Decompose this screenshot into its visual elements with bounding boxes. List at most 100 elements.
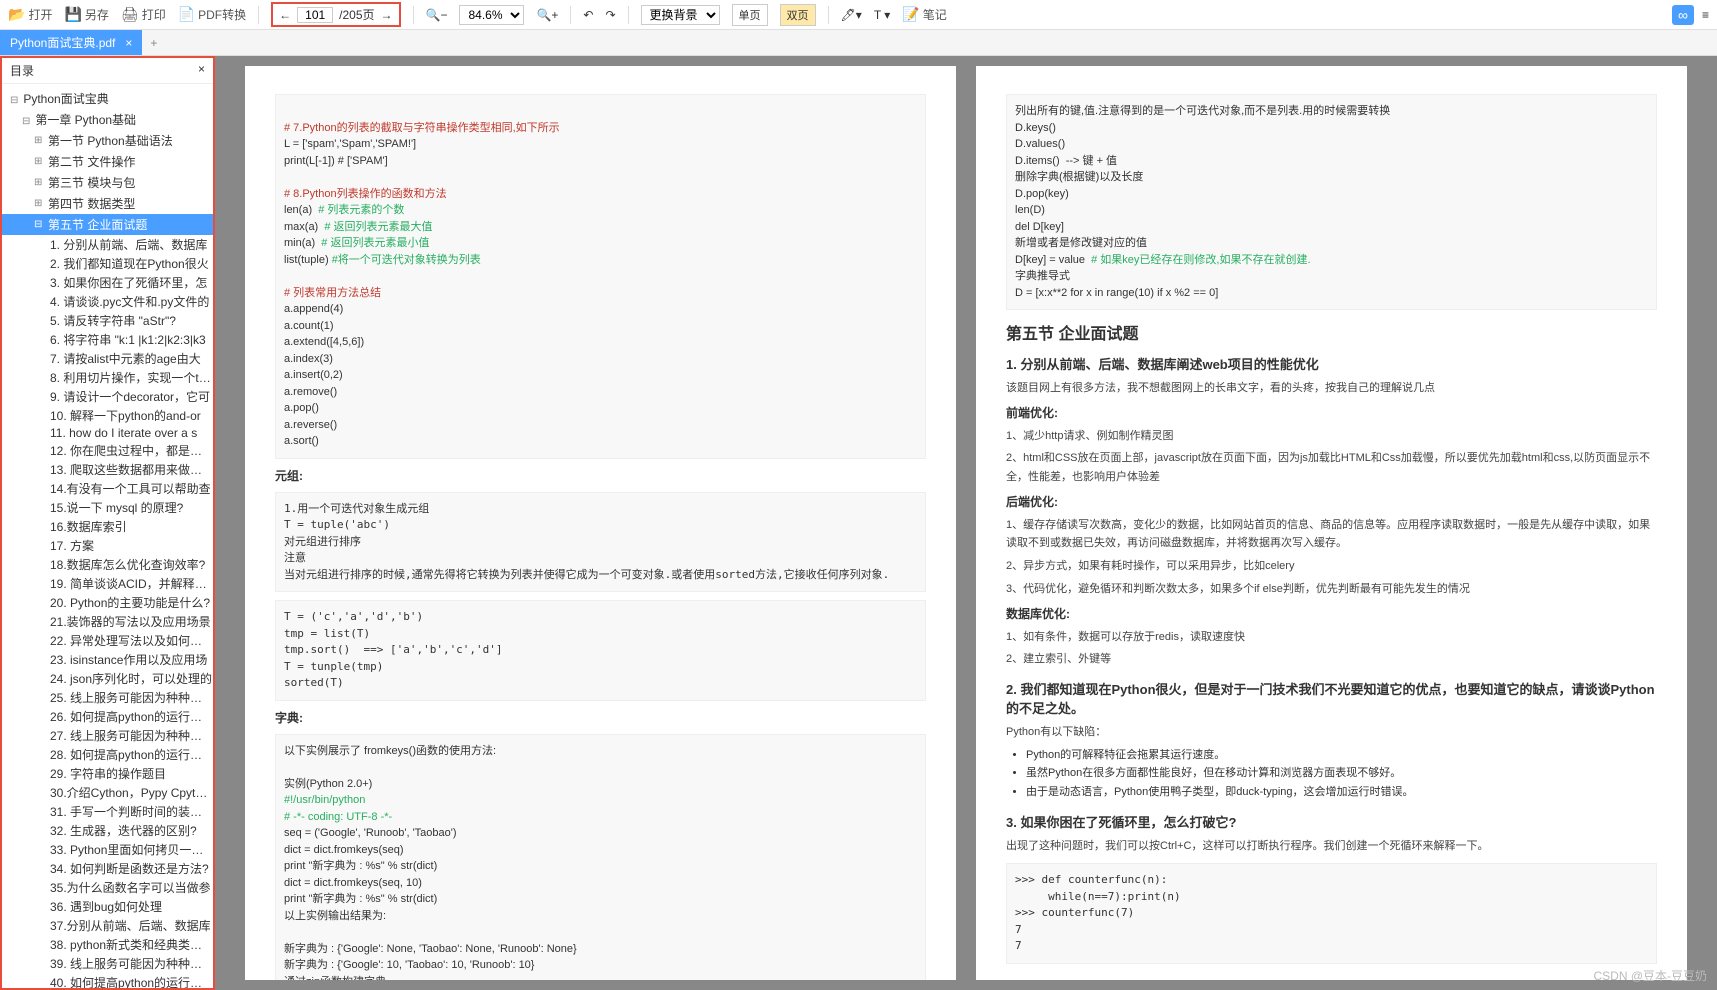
tree-leaf[interactable]: 25. 线上服务可能因为种种原因 bbox=[2, 688, 213, 707]
sidebar-title: 目录 bbox=[10, 62, 34, 79]
note-icon: 📝 bbox=[902, 6, 919, 23]
text-icon[interactable]: T ▾ bbox=[874, 8, 890, 22]
expand-icon[interactable]: ⊞ bbox=[34, 177, 44, 188]
tree-section[interactable]: ⊞第三节 模块与包 bbox=[2, 172, 213, 193]
page-input[interactable] bbox=[297, 7, 333, 23]
zoom-select[interactable]: 84.6% bbox=[459, 5, 524, 25]
tree-leaf[interactable]: 23. isinstance作用以及应用场 bbox=[2, 650, 213, 669]
double-page-button[interactable]: 双页 bbox=[780, 4, 816, 26]
tree-leaf[interactable]: 24. json序列化时，可以处理的 bbox=[2, 669, 213, 688]
tree-section-active[interactable]: ⊟第五节 企业面试题 bbox=[2, 214, 213, 235]
expand-icon[interactable]: ⊞ bbox=[34, 156, 44, 167]
paragraph: 出现了这种问题时，我们可以按Ctrl+C，这样可以打断执行程序。我们创建一个死循… bbox=[1006, 837, 1657, 856]
background-select[interactable]: 更换背景 bbox=[641, 5, 720, 25]
tree-leaf[interactable]: 4. 请谈谈.pyc文件和.py文件的 bbox=[2, 292, 213, 311]
tree-leaf[interactable]: 33. Python里面如何拷贝一个对 bbox=[2, 840, 213, 859]
sub-header: 数据库优化: bbox=[1006, 605, 1657, 622]
tree-leaf[interactable]: 35.为什么函数名字可以当做参 bbox=[2, 878, 213, 897]
paragraph: 2、建立索引、外键等 bbox=[1006, 650, 1657, 669]
code-block: 以下实例展示了 fromkeys()函数的使用方法: 实例(Python 2.0… bbox=[275, 734, 926, 981]
tree-leaf[interactable]: 32. 生成器，迭代器的区别? bbox=[2, 821, 213, 840]
separator bbox=[570, 6, 571, 24]
tree-leaf[interactable]: 19. 简单谈谈ACID，并解释每一 bbox=[2, 574, 213, 593]
single-page-button[interactable]: 单页 bbox=[732, 4, 768, 26]
tree-leaf[interactable]: 7. 请按alist中元素的age由大 bbox=[2, 349, 213, 368]
code-block: # 7.Python的列表的截取与字符串操作类型相同,如下所示 L = ['sp… bbox=[275, 94, 926, 459]
pdf-convert-button[interactable]: 📄PDF转换 bbox=[178, 6, 246, 23]
tree-leaf[interactable]: 12. 你在爬虫过程中，都是怎么 bbox=[2, 441, 213, 460]
tree-leaf[interactable]: 2. 我们都知道现在Python很火 bbox=[2, 254, 213, 273]
page-navigation: ← /205页 → bbox=[271, 2, 400, 27]
tree-leaf[interactable]: 3. 如果你困在了死循环里，怎 bbox=[2, 273, 213, 292]
tree-leaf[interactable]: 29. 字符串的操作题目 bbox=[2, 764, 213, 783]
code-block: 列出所有的键,值.注意得到的是一个可迭代对象,而不是列表.用的时候需要转换 D.… bbox=[1006, 94, 1657, 310]
save-icon: 💾 bbox=[64, 6, 81, 23]
tree-leaf[interactable]: 11. how do I iterate over a s bbox=[2, 425, 213, 441]
tree-section[interactable]: ⊞第一节 Python基础语法 bbox=[2, 130, 213, 151]
folder-icon: 📂 bbox=[8, 6, 25, 23]
tree-leaf[interactable]: 30.介绍Cython，Pypy Cpython bbox=[2, 783, 213, 802]
tree-leaf[interactable]: 9. 请设计一个decorator，它可 bbox=[2, 387, 213, 406]
tree-section[interactable]: ⊞第二节 文件操作 bbox=[2, 151, 213, 172]
tree-leaf[interactable]: 10. 解释一下python的and-or bbox=[2, 406, 213, 425]
close-sidebar-icon[interactable]: × bbox=[198, 62, 205, 79]
tree-leaf[interactable]: 8. 利用切片操作，实现一个trim bbox=[2, 368, 213, 387]
tree-chapter[interactable]: ⊟ 第一章 Python基础 bbox=[2, 109, 213, 130]
open-button[interactable]: 📂打开 bbox=[8, 6, 52, 23]
tree-leaf[interactable]: 37.分别从前端、后端、数据库 bbox=[2, 916, 213, 935]
tree-leaf[interactable]: 20. Python的主要功能是什么? bbox=[2, 593, 213, 612]
tree-leaf[interactable]: 15.说一下 mysql 的原理? bbox=[2, 498, 213, 517]
zoom-out-icon[interactable]: 🔍− bbox=[426, 8, 448, 22]
tree-section[interactable]: ⊞第四节 数据类型 bbox=[2, 193, 213, 214]
tree-leaf[interactable]: 40. 如何提高python的运行效率 bbox=[2, 973, 213, 988]
tree-leaf[interactable]: 18.数据库怎么优化查询效率? bbox=[2, 555, 213, 574]
collapse-icon[interactable]: ⊟ bbox=[34, 219, 44, 230]
tree-leaf[interactable]: 16.数据库索引 bbox=[2, 517, 213, 536]
add-tab-button[interactable]: + bbox=[142, 32, 165, 54]
save-button[interactable]: 💾另存 bbox=[64, 6, 108, 23]
print-button[interactable]: 🖨打印 bbox=[121, 6, 166, 23]
tree-leaf[interactable]: 21.装饰器的写法以及应用场景 bbox=[2, 612, 213, 631]
rotate-left-icon[interactable]: ↶ bbox=[583, 8, 593, 22]
tree-leaf[interactable]: 39. 线上服务可能因为种种原因 bbox=[2, 954, 213, 973]
tree-leaf[interactable]: 22. 异常处理写法以及如何主动 bbox=[2, 631, 213, 650]
tree-root[interactable]: ⊟ Python面试宝典 bbox=[2, 88, 213, 109]
paragraph: 1、如有条件，数据可以存放于redis，读取速度快 bbox=[1006, 628, 1657, 647]
tree-leaf[interactable]: 14.有没有一个工具可以帮助查 bbox=[2, 479, 213, 498]
prev-page-icon[interactable]: ← bbox=[279, 8, 291, 22]
tree-leaf[interactable]: 38. python新式类和经典类的区 bbox=[2, 935, 213, 954]
tree-leaf[interactable]: 1. 分别从前端、后端、数据库 bbox=[2, 235, 213, 254]
tree-leaf[interactable]: 31. 手写一个判断时间的装饰器 bbox=[2, 802, 213, 821]
print-icon: 🖨 bbox=[121, 6, 139, 23]
collapse-icon[interactable]: ⊟ bbox=[10, 95, 20, 106]
expand-icon[interactable]: ⊞ bbox=[34, 198, 44, 209]
page-viewport[interactable]: # 7.Python的列表的截取与字符串操作类型相同,如下所示 L = ['sp… bbox=[215, 56, 1717, 990]
rotate-right-icon[interactable]: ↷ bbox=[605, 8, 615, 22]
paragraph: 1、减少http请求、例如制作精灵图 bbox=[1006, 427, 1657, 446]
tree-leaf[interactable]: 17. 方案 bbox=[2, 536, 213, 555]
expand-icon[interactable]: ⊞ bbox=[34, 135, 44, 146]
next-page-icon[interactable]: → bbox=[381, 8, 393, 22]
note-button[interactable]: 📝笔记 bbox=[902, 6, 946, 23]
cloud-icon[interactable]: ∞ bbox=[1672, 5, 1694, 25]
list-item: 由于是动态语言，Python使用鸭子类型，即duck-typing，这会增加运行… bbox=[1026, 783, 1657, 802]
tree-leaf[interactable]: 34. 如何判断是函数还是方法? bbox=[2, 859, 213, 878]
collapse-icon[interactable]: ⊟ bbox=[22, 116, 32, 127]
question-title: 3. 如果你困在了死循环里，怎么打破它? bbox=[1006, 812, 1657, 831]
close-icon[interactable]: × bbox=[125, 36, 132, 50]
list-item: 虽然Python在很多方面都性能良好，但在移动计算和浏览器方面表现不够好。 bbox=[1026, 764, 1657, 783]
tab-document[interactable]: Python面试宝典.pdf × bbox=[0, 30, 142, 55]
tree-leaf[interactable]: 6. 将字符串 "k:1 |k1:2|k2:3|k3 bbox=[2, 330, 213, 349]
menu-icon[interactable]: ≡ bbox=[1702, 8, 1709, 22]
paragraph: 2、异步方式，如果有耗时操作，可以采用异步，比如celery bbox=[1006, 557, 1657, 576]
tree-leaf[interactable]: 27. 线上服务可能因为种种原因 bbox=[2, 726, 213, 745]
highlight-icon[interactable]: 🖊▾ bbox=[841, 8, 862, 22]
tree-leaf[interactable]: 36. 遇到bug如何处理 bbox=[2, 897, 213, 916]
tree-leaf[interactable]: 28. 如何提高python的运行效率 bbox=[2, 745, 213, 764]
tree-leaf[interactable]: 13. 爬取这些数据都用来做什么 bbox=[2, 460, 213, 479]
tree-leaf[interactable]: 5. 请反转字符串 "aStr"? bbox=[2, 311, 213, 330]
tree-leaf[interactable]: 26. 如何提高python的运行效率 bbox=[2, 707, 213, 726]
section-title: 第五节 企业面试题 bbox=[1006, 320, 1657, 344]
page-right: 列出所有的键,值.注意得到的是一个可迭代对象,而不是列表.用的时候需要转换 D.… bbox=[976, 66, 1687, 980]
zoom-in-icon[interactable]: 🔍+ bbox=[536, 8, 558, 22]
